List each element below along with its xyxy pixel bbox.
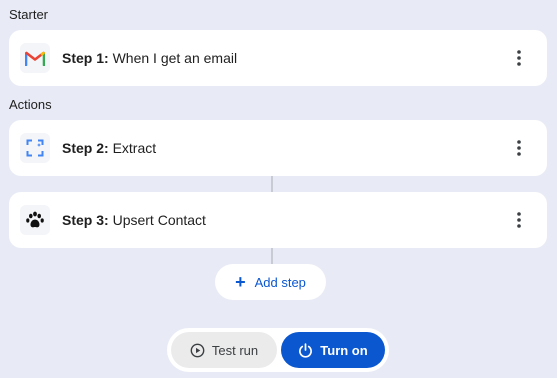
power-icon xyxy=(298,342,313,358)
step-1-title: Step 1: When I get an email xyxy=(62,50,505,66)
step-3-prefix: Step 3: xyxy=(62,212,109,228)
test-run-label: Test run xyxy=(211,342,259,358)
step-1-text: When I get an email xyxy=(112,50,238,66)
step-2-card[interactable]: Step 2: Extract xyxy=(9,120,547,176)
step-1-more-icon[interactable] xyxy=(505,44,533,72)
add-step-label: Add step xyxy=(254,274,306,290)
turn-on-label: Turn on xyxy=(320,342,368,358)
step-connector xyxy=(271,176,273,192)
plus-icon: + xyxy=(235,272,246,292)
extract-icon xyxy=(20,133,50,163)
bottom-action-bar: Test run Turn on xyxy=(167,328,389,372)
paw-icon xyxy=(20,205,50,235)
step-3-more-icon[interactable] xyxy=(505,206,533,234)
add-step-button[interactable]: + Add step xyxy=(215,264,326,300)
play-circle-icon xyxy=(190,343,205,358)
step-2-more-icon[interactable] xyxy=(505,134,533,162)
step-2-text: Extract xyxy=(112,140,157,156)
step-3-text: Upsert Contact xyxy=(112,212,206,228)
test-run-button[interactable]: Test run xyxy=(171,332,277,368)
step-1-card[interactable]: Step 1: When I get an email xyxy=(9,30,547,86)
step-2-title: Step 2: Extract xyxy=(62,140,505,156)
add-step-connector xyxy=(271,248,273,264)
gmail-icon xyxy=(20,43,50,73)
step-1-prefix: Step 1: xyxy=(62,50,109,66)
step-2-prefix: Step 2: xyxy=(62,140,109,156)
actions-section-label: Actions xyxy=(9,97,52,112)
starter-section-label: Starter xyxy=(9,7,49,22)
turn-on-button[interactable]: Turn on xyxy=(281,332,385,368)
step-3-title: Step 3: Upsert Contact xyxy=(62,212,505,228)
step-3-card[interactable]: Step 3: Upsert Contact xyxy=(9,192,547,248)
